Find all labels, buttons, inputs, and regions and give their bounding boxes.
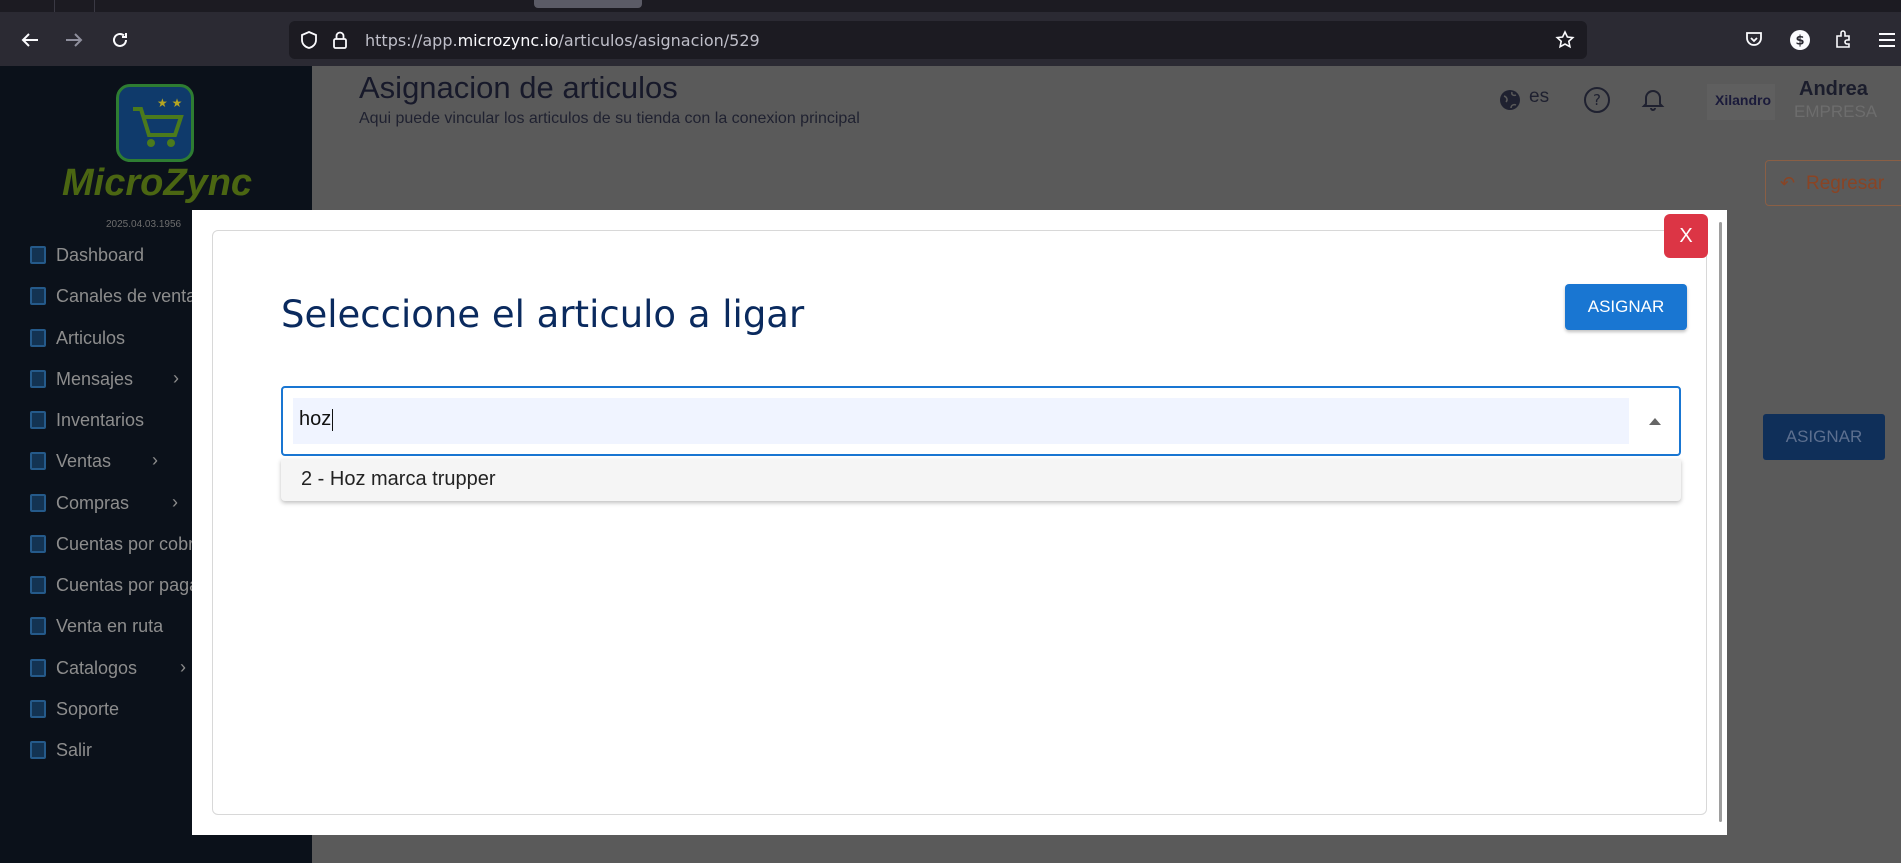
- url-prefix: https://app.: [365, 31, 458, 50]
- svg-text:?: ?: [1593, 91, 1601, 109]
- svg-text:★ ★: ★ ★: [157, 96, 182, 110]
- language-label[interactable]: es: [1529, 86, 1549, 108]
- sidebar-item-label: Ventas: [56, 450, 112, 471]
- reload-icon: [113, 32, 127, 47]
- url-path: /articulos/asignacion/529: [558, 31, 760, 50]
- sidebar-item-articulos[interactable]: Articulos: [30, 321, 125, 355]
- sidebar-item-label: Cuentas por cobrar: [56, 533, 211, 554]
- sidebar-item-label: Compras: [56, 492, 130, 513]
- sidebar-item-label: Salir: [56, 739, 93, 760]
- scrollbar[interactable]: [1719, 222, 1722, 822]
- extensions-icon[interactable]: [1833, 29, 1853, 49]
- version-label: 2025.04.03.1956: [106, 219, 182, 230]
- globe-icon[interactable]: [1498, 88, 1522, 112]
- book-icon: [30, 659, 46, 677]
- logo-cart-icon: ★ ★: [116, 84, 194, 162]
- book-icon: [30, 617, 46, 635]
- url-host: microzync.io: [457, 31, 559, 50]
- sidebar-item-cuentas-cobrar[interactable]: Cuentas por cobrar: [30, 527, 210, 561]
- sidebar-item-label: Venta en ruta: [56, 615, 164, 636]
- select-article-modal: Seleccione el articulo a ligar ASIGNAR h…: [192, 210, 1727, 835]
- page-subtitle: Aqui puede vincular los articulos de su …: [359, 110, 860, 127]
- sidebar-item-ventas[interactable]: Ventas ›: [30, 444, 158, 478]
- company-logo: Xilandro: [1707, 84, 1775, 120]
- browser-tab-strip: [0, 0, 1901, 12]
- help-icon[interactable]: ?: [1583, 86, 1611, 114]
- top-bar: Asignacion de articulos Aqui puede vincu…: [312, 66, 1901, 136]
- sidebar-item-label: Mensajes: [56, 368, 134, 389]
- sidebar-item-label: Canales de venta: [56, 285, 197, 306]
- user-name[interactable]: Andrea: [1799, 78, 1868, 101]
- search-input[interactable]: hoz: [293, 398, 1629, 444]
- book-icon: [30, 535, 46, 553]
- background-assign-button[interactable]: ASIGNAR: [1763, 414, 1885, 460]
- sidebar-item-venta-ruta[interactable]: Venta en ruta: [30, 609, 163, 643]
- reload-button[interactable]: [104, 24, 136, 56]
- book-icon: [30, 494, 46, 512]
- back-label: Regresar: [1806, 173, 1885, 194]
- sidebar-item-label: Catalogos: [56, 657, 138, 678]
- url-text: https://app.microzync.io/articulos/asign…: [365, 31, 760, 50]
- sidebar-item-label: Dashboard: [56, 244, 145, 265]
- account-icon[interactable]: $: [1789, 29, 1811, 51]
- back-arrow-icon: [21, 33, 38, 47]
- sidebar-item-canales[interactable]: Canales de venta: [30, 279, 196, 313]
- book-icon: [30, 287, 46, 305]
- assign-button[interactable]: ASIGNAR: [1565, 284, 1687, 330]
- bookmark-star-icon[interactable]: [1555, 30, 1575, 50]
- book-icon: [30, 741, 46, 759]
- sidebar-item-soporte[interactable]: Soporte: [30, 692, 119, 726]
- modal-content: Seleccione el articulo a ligar ASIGNAR h…: [212, 230, 1707, 815]
- forward-arrow-icon: [66, 33, 83, 47]
- browser-toolbar: https://app.microzync.io/articulos/asign…: [0, 12, 1901, 66]
- user-role: EMPRESA: [1794, 102, 1878, 121]
- chevron-right-icon: ›: [152, 450, 158, 470]
- article-select[interactable]: hoz: [281, 386, 1681, 456]
- chevron-right-icon: ›: [172, 492, 178, 512]
- sidebar-item-dashboard[interactable]: Dashboard: [30, 238, 144, 272]
- sidebar-item-cuentas-pagar[interactable]: Cuentas por pagar: [30, 568, 205, 602]
- shield-icon: [301, 31, 317, 49]
- modal-title: Seleccione el articulo a ligar: [281, 293, 805, 336]
- book-icon: [30, 246, 46, 264]
- sidebar-item-catalogos[interactable]: Catalogos ›: [30, 651, 186, 685]
- brand-name: MicroZync: [62, 162, 253, 204]
- sidebar-item-salir[interactable]: Salir: [30, 733, 92, 767]
- chevron-right-icon: ›: [180, 657, 186, 677]
- book-icon: [30, 411, 46, 429]
- options-dropdown: 2 - Hoz marca trupper: [281, 459, 1681, 501]
- book-icon: [30, 576, 46, 594]
- book-icon: [30, 452, 46, 470]
- close-button[interactable]: X: [1664, 214, 1708, 258]
- sidebar-item-mensajes[interactable]: Mensajes ›: [30, 362, 179, 396]
- page-title: Asignacion de articulos: [359, 70, 678, 105]
- chevron-right-icon: ›: [173, 368, 179, 388]
- bell-icon[interactable]: [1640, 86, 1666, 112]
- menu-icon[interactable]: [1877, 31, 1897, 49]
- sidebar-item-label: Inventarios: [56, 409, 145, 430]
- sidebar-item-label: Cuentas por pagar: [56, 574, 206, 595]
- tab-separator: [94, 0, 95, 12]
- search-value: hoz: [299, 408, 332, 430]
- pocket-icon[interactable]: [1744, 29, 1764, 49]
- sidebar-item-label: Articulos: [56, 327, 126, 348]
- sidebar-item-inventarios[interactable]: Inventarios: [30, 403, 144, 437]
- svg-text:$: $: [1795, 34, 1804, 49]
- caret-up-icon[interactable]: [1649, 418, 1661, 425]
- lock-icon: [333, 31, 347, 49]
- book-icon: [30, 329, 46, 347]
- active-tab-indicator[interactable]: [534, 0, 642, 8]
- text-cursor: [332, 408, 334, 431]
- address-bar[interactable]: https://app.microzync.io/articulos/asign…: [289, 21, 1587, 59]
- back-button[interactable]: [14, 24, 46, 56]
- book-icon: [30, 370, 46, 388]
- sidebar-item-label: Soporte: [56, 698, 120, 719]
- tab-separator: [54, 0, 55, 12]
- book-icon: [30, 700, 46, 718]
- forward-button[interactable]: [58, 24, 90, 56]
- undo-icon: ↶: [1780, 173, 1796, 193]
- sidebar-item-compras[interactable]: Compras ›: [30, 486, 178, 520]
- list-item[interactable]: 2 - Hoz marca trupper: [301, 468, 496, 491]
- back-link-button[interactable]: ↶ Regresar: [1765, 160, 1901, 206]
